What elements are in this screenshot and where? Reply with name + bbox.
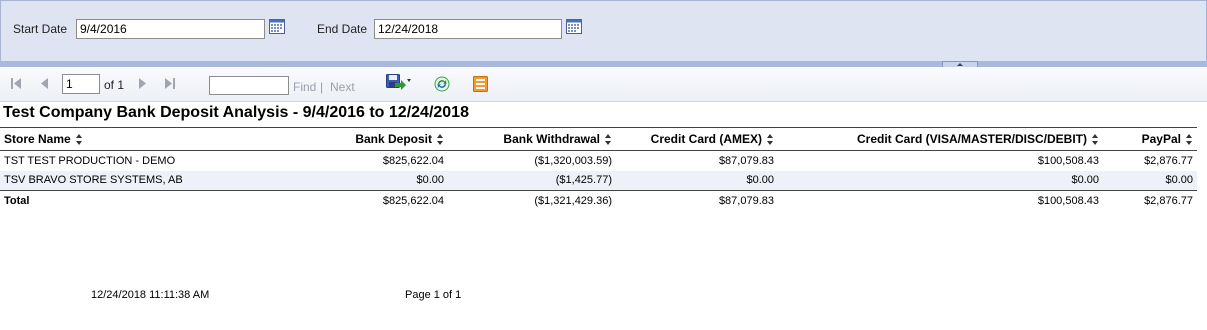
table-cell: $2,876.77 (1103, 190, 1197, 212)
column-header-label: Bank Deposit (355, 132, 432, 146)
find-next-link[interactable]: Next (330, 80, 355, 94)
print-icon[interactable] (473, 76, 488, 92)
refresh-icon[interactable] (434, 76, 450, 92)
sort-icon[interactable] (1092, 134, 1099, 146)
table-cell: $0.00 (616, 170, 778, 191)
total-row: Total $825,622.04 ($1,321,429.36) $87,07… (0, 190, 1197, 212)
total-label: Total (0, 190, 212, 212)
end-date-input[interactable] (374, 19, 562, 39)
footer-page-label: Page 1 of 1 (405, 289, 462, 301)
calendar-icon[interactable] (566, 18, 582, 34)
next-page-icon[interactable] (138, 78, 146, 89)
table-cell: $0.00 (778, 170, 1103, 191)
sort-icon[interactable] (1186, 134, 1193, 146)
table-cell: $87,079.83 (616, 190, 778, 212)
table-cell: $2,876.77 (1144, 154, 1193, 167)
report-title: Test Company Bank Deposit Analysis - 9/4… (3, 104, 469, 121)
report-table: Store Name Bank Deposit Bank Withdrawal … (0, 127, 1197, 212)
export-icon[interactable] (386, 74, 414, 90)
find-link[interactable]: Find (293, 80, 316, 94)
sort-icon[interactable] (767, 134, 774, 146)
table-cell: $825,622.04 (382, 154, 444, 167)
column-header-label: Credit Card (AMEX) (650, 132, 762, 146)
first-page-icon[interactable] (11, 78, 23, 89)
table-cell: $100,508.43 (1037, 154, 1099, 167)
start-date-label: Start Date (13, 22, 68, 36)
column-header-credit-card-amex[interactable]: Credit Card (AMEX) (616, 127, 778, 151)
table-cell: $87,079.83 (718, 154, 774, 167)
parameter-panel: Start Date End Date (0, 0, 1207, 66)
table-cell: $0.00 (212, 170, 448, 191)
table-row: TSV BRAVO STORE SYSTEMS, AB $0.00 ($1,42… (0, 170, 1197, 191)
end-date-label: End Date (317, 22, 368, 36)
table-cell: ($1,425.77) (448, 170, 616, 191)
column-header-paypal[interactable]: PayPal (1103, 127, 1197, 151)
table-cell: ($1,320,003.59) (534, 154, 612, 167)
page-count-label: of 1 (104, 78, 125, 92)
table-cell: TSV BRAVO STORE SYSTEMS, AB (0, 170, 212, 191)
sort-icon[interactable] (437, 134, 444, 146)
table-row: TST TEST PRODUCTION - DEMO $825,622.04 (… (0, 151, 1197, 171)
sort-icon[interactable] (75, 134, 83, 146)
last-page-icon[interactable] (163, 78, 175, 89)
page-number-input[interactable] (62, 74, 100, 94)
toolbar-separator: | (320, 80, 324, 94)
footer-timestamp: 12/24/2018 11:11:38 AM (91, 289, 210, 301)
table-cell: $825,622.04 (212, 190, 448, 212)
previous-page-icon[interactable] (41, 78, 49, 89)
column-header-label: Bank Withdrawal (503, 132, 600, 146)
find-input[interactable] (209, 76, 289, 95)
column-header-bank-withdrawal[interactable]: Bank Withdrawal (448, 127, 616, 151)
table-cell: TST TEST PRODUCTION - DEMO (4, 154, 176, 167)
column-header-store-name[interactable]: Store Name (0, 127, 212, 151)
calendar-icon[interactable] (269, 18, 285, 34)
start-date-input[interactable] (76, 19, 265, 39)
column-header-label: Credit Card (VISA/MASTER/DISC/DEBIT) (856, 132, 1087, 146)
column-header-label: Store Name (4, 132, 71, 146)
column-header-bank-deposit[interactable]: Bank Deposit (212, 127, 448, 151)
table-cell: ($1,321,429.36) (448, 190, 616, 212)
column-header-credit-card-visa[interactable]: Credit Card (VISA/MASTER/DISC/DEBIT) (778, 127, 1103, 151)
sort-icon[interactable] (605, 134, 612, 146)
table-cell: $0.00 (1103, 170, 1197, 191)
column-header-label: PayPal (1141, 132, 1181, 146)
table-header-row: Store Name Bank Deposit Bank Withdrawal … (0, 127, 1197, 151)
table-cell: $100,508.43 (778, 190, 1103, 212)
report-toolbar: of 1 Find | Next (0, 67, 1207, 102)
